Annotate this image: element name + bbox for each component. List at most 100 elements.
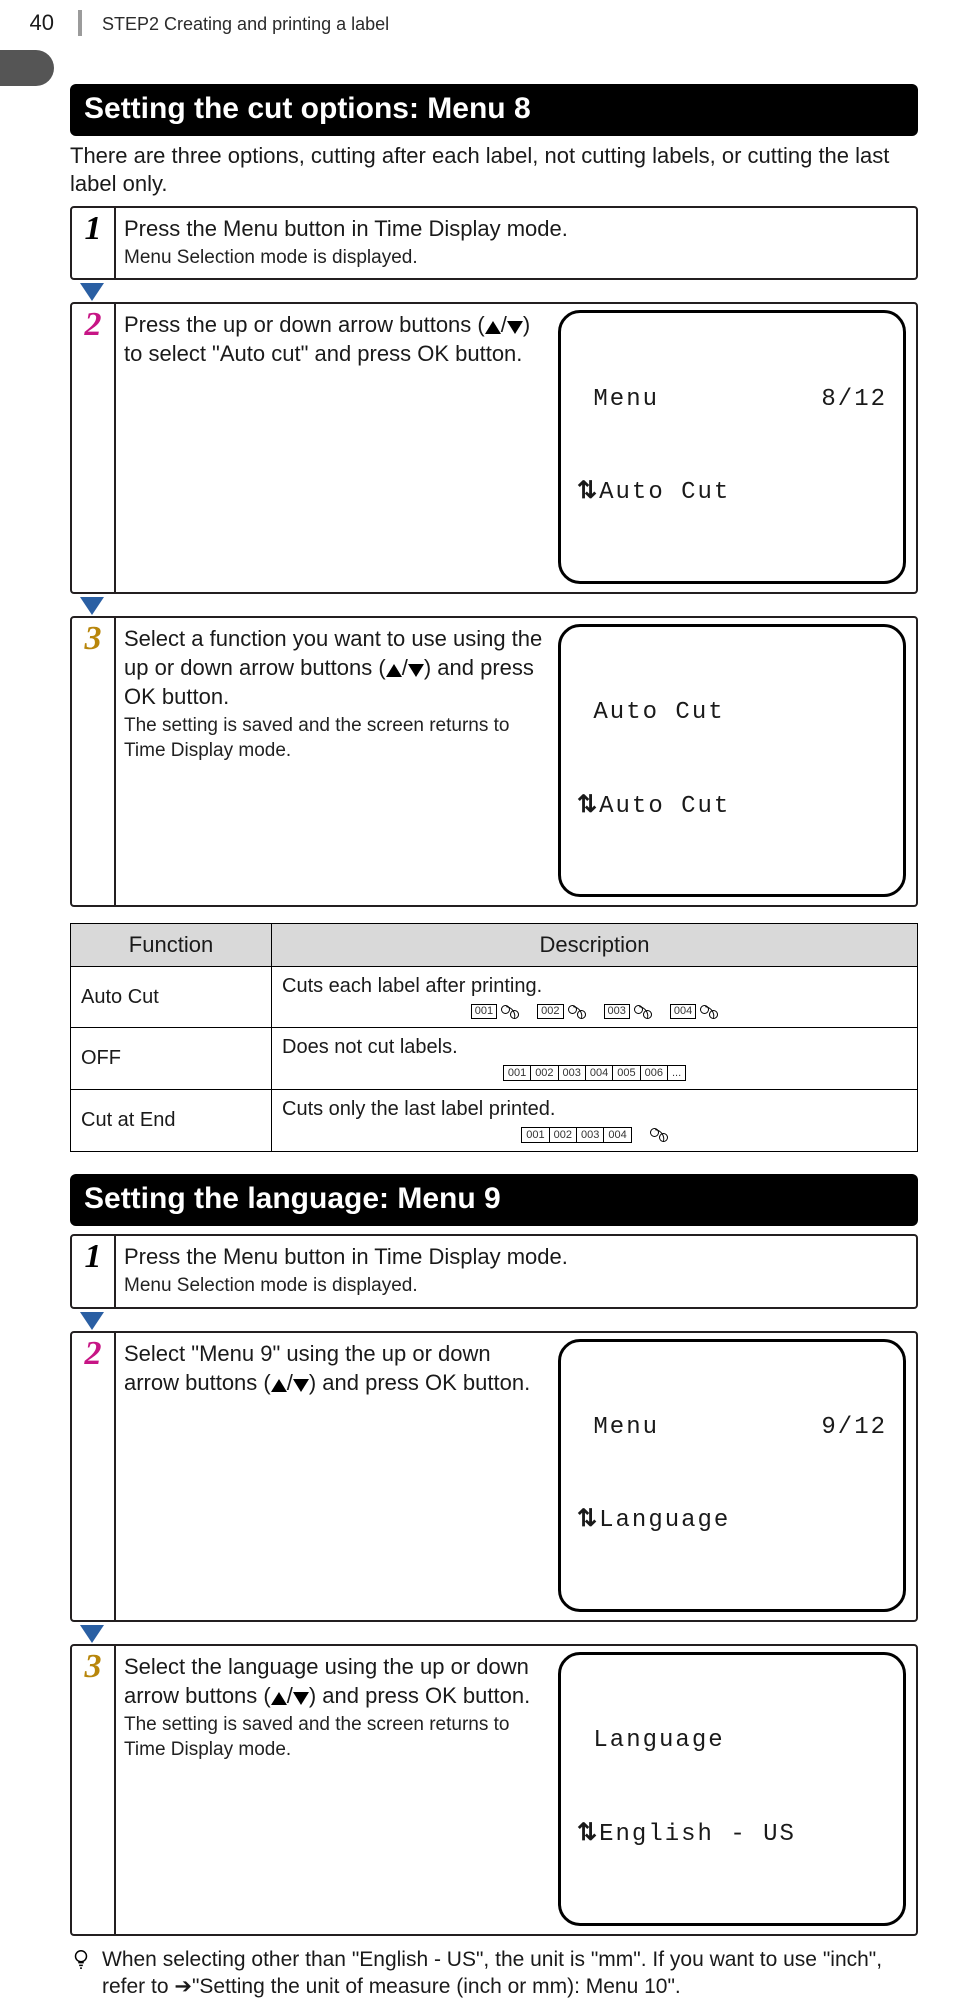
step-number: 3: [72, 618, 116, 906]
label-strip-icon: 001 002 003 004: [521, 1127, 631, 1143]
chevron-down-icon: [80, 1625, 104, 1643]
lcd-panel: Menu8/12 ⇅Auto Cut: [558, 310, 906, 584]
page-header: 40 STEP2 Creating and printing a label: [0, 10, 954, 36]
label-roll-icon: 004: [670, 1004, 718, 1019]
label-roll-icon: 003: [604, 1004, 652, 1019]
func-desc: Cuts only the last label printed.: [282, 1098, 907, 1121]
step-text: Press the Menu button in Time Display mo…: [124, 214, 906, 270]
steps-cut-options: 3 Select a function you want to use usin…: [70, 616, 918, 908]
func-name: Cut at End: [71, 1090, 272, 1152]
table-row: Cut at End Cuts only the last label prin…: [71, 1090, 918, 1152]
arrow-up-icon: [485, 321, 501, 334]
updown-arrow-icon: ⇅: [577, 1821, 599, 1848]
table-head-function: Function: [71, 924, 272, 967]
lightbulb-icon: [70, 1948, 92, 1970]
step-row: 2 Select "Menu 9" using the up or down a…: [72, 1333, 916, 1621]
header-divider: [78, 10, 82, 36]
arrow-up-icon: [386, 664, 402, 677]
lcd-panel: Menu 9/12 ⇅Language: [558, 1339, 906, 1613]
table-row: Auto Cut Cuts each label after printing.…: [71, 967, 918, 1028]
step-row: 1 Press the Menu button in Time Display …: [72, 208, 916, 278]
section-title-language: Setting the language: Menu 9: [70, 1174, 918, 1226]
lcd-line2: Auto Cut: [599, 479, 730, 506]
lcd-line1-right: 9/12: [821, 1412, 887, 1443]
step-separator: [70, 1622, 918, 1644]
step-text: Press the up or down arrow buttons (/) t…: [124, 310, 546, 368]
lcd-line1-left: Menu: [577, 1412, 659, 1443]
func-desc-cell: Cuts only the last label printed. 001 00…: [272, 1090, 918, 1152]
step-text: Select the language using the up or down…: [124, 1652, 546, 1762]
step-main: Press the Menu button in Time Display mo…: [124, 216, 568, 241]
content: Setting the cut options: Menu 8 There ar…: [70, 84, 918, 2000]
arrow-up-icon: [271, 1379, 287, 1392]
label-strip-icon: 001 002 003 004 005 006 ...: [503, 1065, 686, 1081]
step-number: 1: [72, 208, 116, 278]
step-row: 1 Press the Menu button in Time Display …: [72, 1236, 916, 1306]
lcd-line2: English - US: [599, 1821, 796, 1848]
updown-arrow-icon: ⇅: [577, 793, 599, 820]
table-head-description: Description: [272, 924, 918, 967]
section-title-cut-options: Setting the cut options: Menu 8: [70, 84, 918, 136]
step-separator: [70, 280, 918, 302]
func-desc: Does not cut labels.: [282, 1036, 907, 1059]
arrow-down-icon: [293, 1692, 309, 1705]
step-main: Select "Menu 9" using the up or down arr…: [124, 1341, 530, 1395]
arrow-down-icon: [507, 321, 523, 334]
lcd-line2: Language: [599, 1507, 730, 1534]
updown-arrow-icon: ⇅: [577, 1507, 599, 1534]
step-row: 3 Select the language using the up or do…: [72, 1646, 916, 1934]
step-sub: The setting is saved and the screen retu…: [124, 1712, 546, 1762]
step-sub: Menu Selection mode is displayed.: [124, 1273, 906, 1298]
step-row: 2 Press the up or down arrow buttons (/)…: [72, 304, 916, 592]
note: When selecting other than "English - US"…: [70, 1946, 918, 2000]
lcd-line1-left: Menu: [577, 384, 659, 415]
step-main: Press the up or down arrow buttons (/) t…: [124, 312, 530, 366]
func-name: Auto Cut: [71, 967, 272, 1028]
arrow-up-icon: [271, 1692, 287, 1705]
lcd-panel: Language ⇅English - US: [558, 1652, 906, 1926]
side-tab: [0, 50, 54, 86]
lcd-panel: Auto Cut ⇅Auto Cut: [558, 624, 906, 898]
arrow-down-icon: [408, 664, 424, 677]
steps-cut-options: 1 Press the Menu button in Time Display …: [70, 206, 918, 280]
step-sub: The setting is saved and the screen retu…: [124, 713, 546, 763]
step-number: 3: [72, 1646, 116, 1934]
func-name: OFF: [71, 1028, 272, 1090]
step-separator: [70, 594, 918, 616]
step-main: Press the Menu button in Time Display mo…: [124, 1244, 568, 1269]
breadcrumb: STEP2 Creating and printing a label: [102, 12, 389, 35]
label-roll-icon: 002: [537, 1004, 585, 1019]
lcd-line2: Auto Cut: [599, 793, 730, 820]
lcd-line1-left: Language: [577, 1725, 725, 1756]
updown-arrow-icon: ⇅: [577, 479, 599, 506]
func-desc: Cuts each label after printing.: [282, 975, 907, 998]
page: 40 STEP2 Creating and printing a label S…: [0, 0, 954, 1352]
steps-language: 3 Select the language using the up or do…: [70, 1644, 918, 1936]
section-intro: There are three options, cutting after e…: [70, 142, 918, 198]
func-desc-cell: Cuts each label after printing. 001 002 …: [272, 967, 918, 1028]
label-roll-icon: 001: [471, 1004, 519, 1019]
step-row: 3 Select a function you want to use usin…: [72, 618, 916, 906]
steps-language: 2 Select "Menu 9" using the up or down a…: [70, 1331, 918, 1623]
label-roll-row: 001 002 003 004: [282, 1004, 907, 1019]
step-number: 1: [72, 1236, 116, 1306]
func-desc-cell: Does not cut labels. 001 002 003 004 005…: [272, 1028, 918, 1090]
function-table: Function Description Auto Cut Cuts each …: [70, 923, 918, 1152]
step-text: Press the Menu button in Time Display mo…: [124, 1242, 906, 1298]
table-row: OFF Does not cut labels. 001 002 003 004: [71, 1028, 918, 1090]
note-text: When selecting other than "English - US"…: [102, 1946, 918, 2000]
chevron-down-icon: [80, 1312, 104, 1330]
step-sub: Menu Selection mode is displayed.: [124, 245, 906, 270]
step-separator: [70, 1309, 918, 1331]
chevron-down-icon: [80, 597, 104, 615]
spool-icon: [650, 1128, 668, 1142]
step-main: Select a function you want to use using …: [124, 626, 542, 709]
lcd-line1-left: Auto Cut: [577, 697, 725, 728]
label-strip-row: 001 002 003 004 005 006 ...: [282, 1065, 907, 1081]
step-number: 2: [72, 1333, 116, 1621]
page-number: 40: [0, 10, 58, 36]
step-text: Select "Menu 9" using the up or down arr…: [124, 1339, 546, 1397]
steps-cut-options: 2 Press the up or down arrow buttons (/)…: [70, 302, 918, 594]
step-text: Select a function you want to use using …: [124, 624, 546, 763]
steps-language: 1 Press the Menu button in Time Display …: [70, 1234, 918, 1308]
